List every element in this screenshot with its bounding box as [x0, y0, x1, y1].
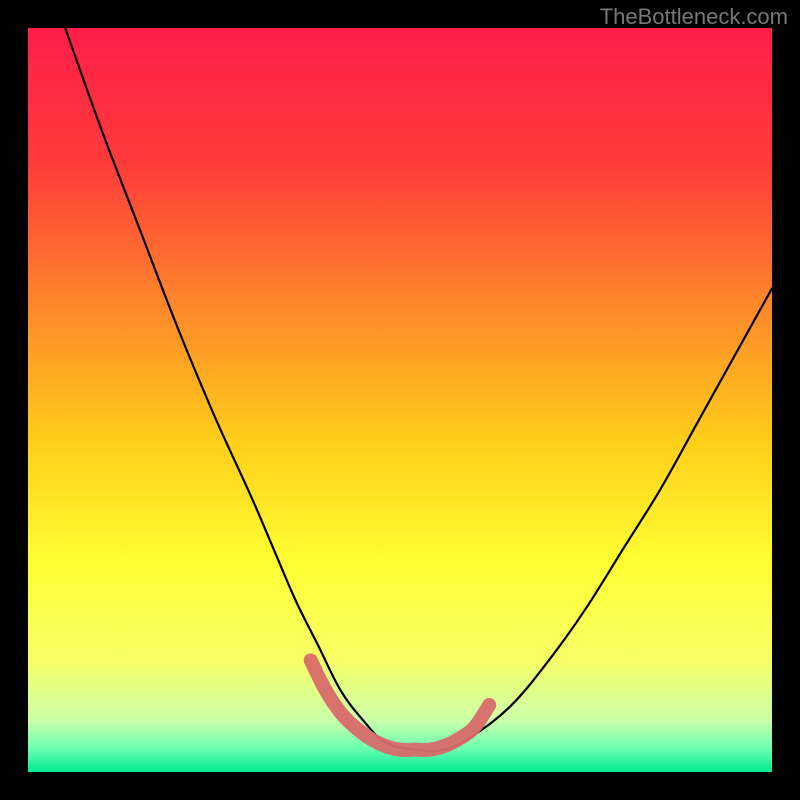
watermark-text: TheBottleneck.com [600, 4, 788, 30]
bottleneck-curve [65, 28, 772, 751]
curves-layer [28, 28, 772, 772]
optimal-highlight [311, 660, 490, 750]
plot-area [28, 28, 772, 772]
chart-frame: TheBottleneck.com [0, 0, 800, 800]
